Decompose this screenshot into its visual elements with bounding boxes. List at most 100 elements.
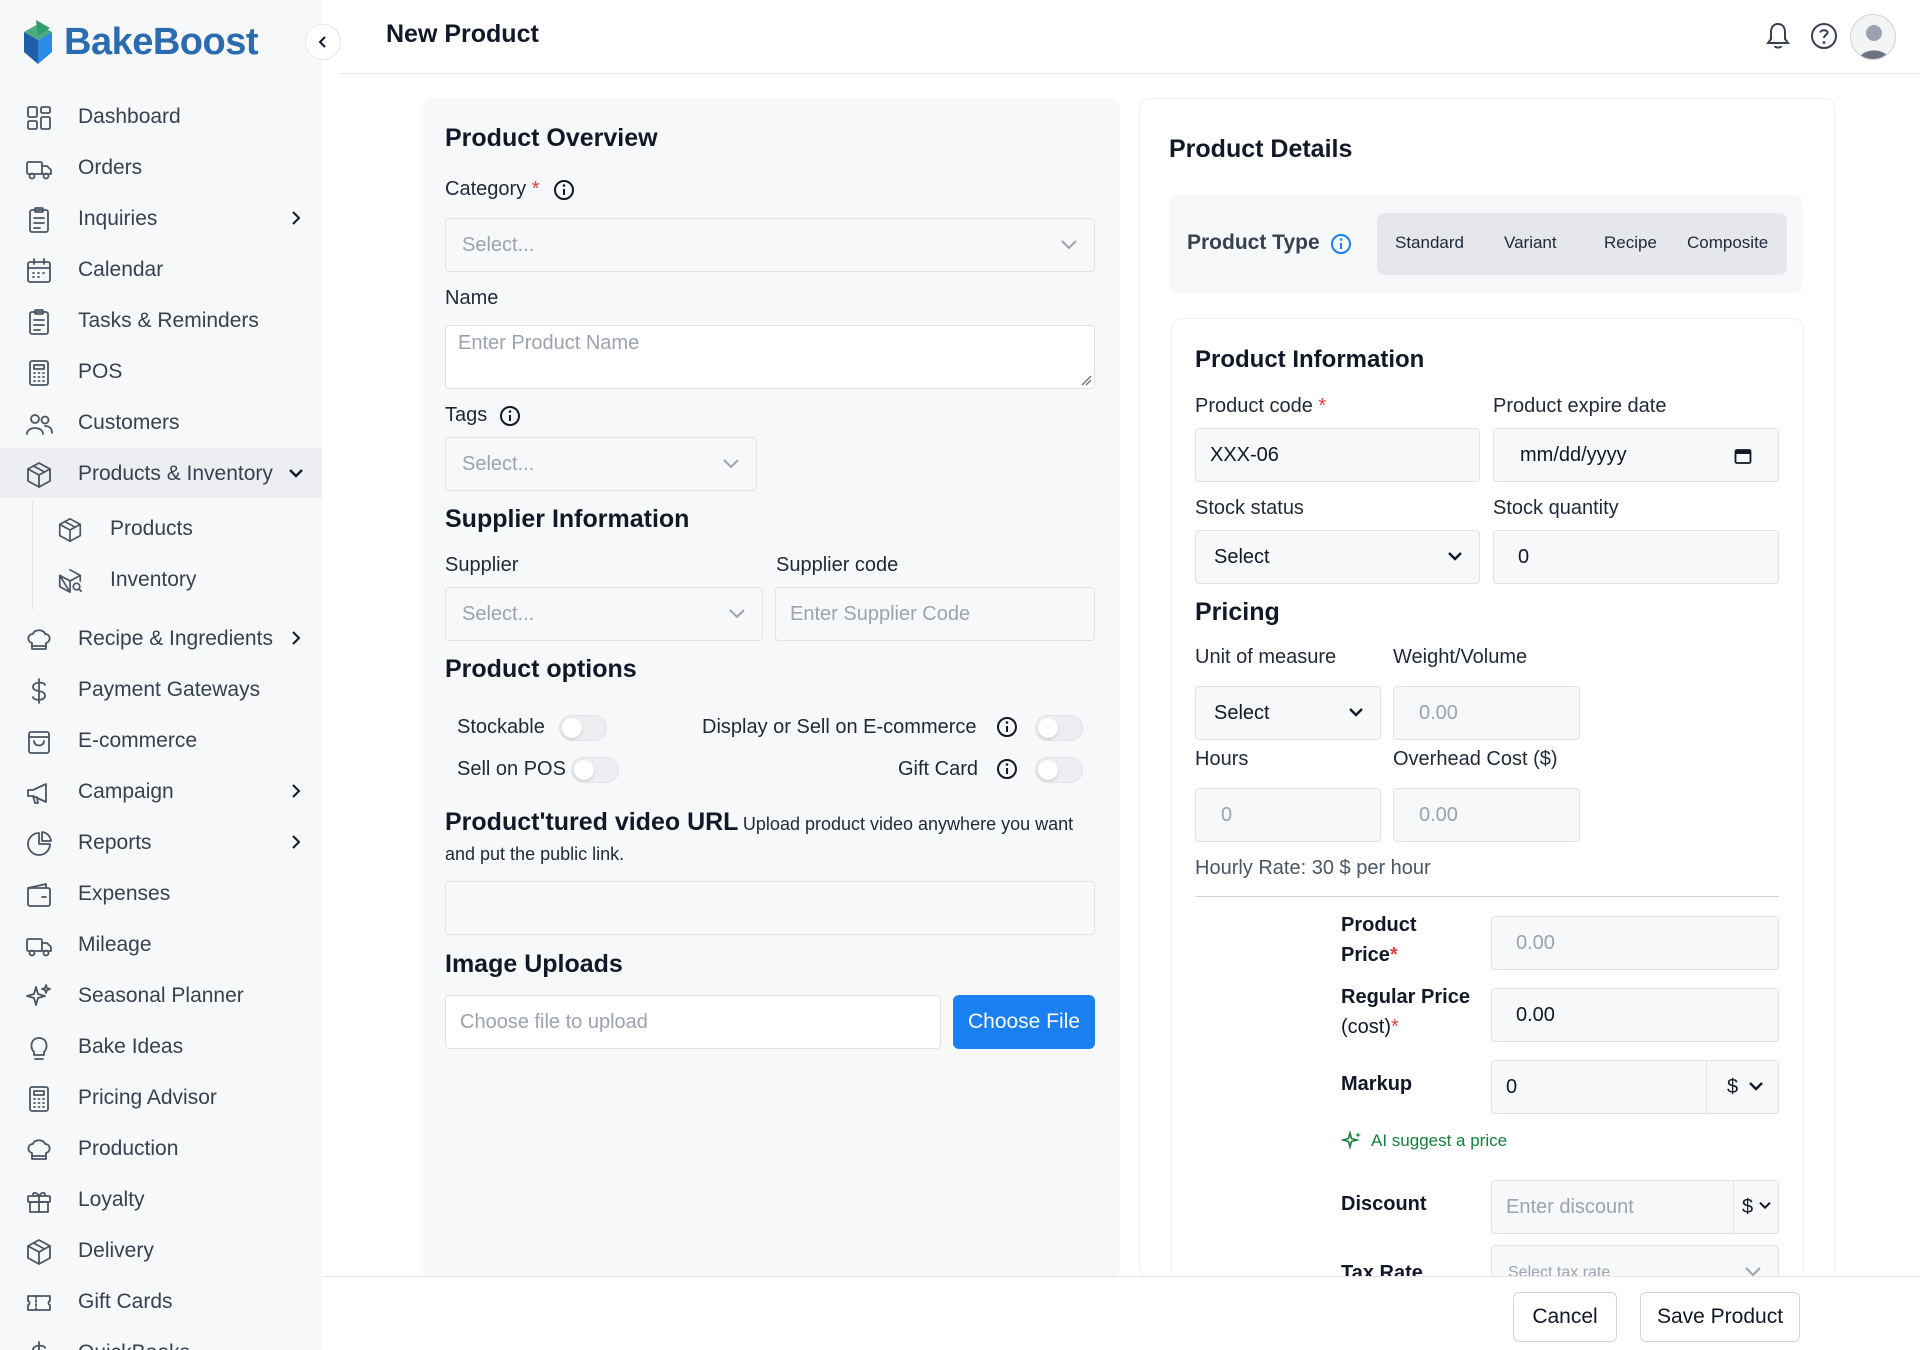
supplier-select[interactable]: Select... — [445, 587, 763, 641]
info-icon[interactable] — [553, 179, 575, 201]
product-type-composite[interactable]: Composite — [1687, 233, 1768, 253]
info-icon[interactable] — [499, 405, 521, 427]
calculator-icon — [29, 1086, 49, 1112]
sidebar-item-label: Customers — [78, 411, 180, 434]
sidebar-item-bake-ideas[interactable]: Bake Ideas — [0, 1021, 322, 1071]
discount-input[interactable]: Enter discount — [1491, 1180, 1734, 1234]
sidebar-item-tasks-reminders[interactable]: Tasks & Reminders — [0, 295, 322, 345]
sidebar-item-recipe-ingredients[interactable]: Recipe & Ingredients — [0, 613, 322, 663]
sidebar-item-label: QuickBooks — [78, 1341, 190, 1350]
stock-status-select[interactable]: Select — [1195, 530, 1480, 584]
sidebar-item-inventory[interactable]: Inventory — [0, 555, 322, 605]
gift-card-toggle[interactable] — [1035, 757, 1083, 783]
product-name-placeholder: Enter Product Name — [458, 332, 640, 354]
cancel-button[interactable]: Cancel — [1513, 1292, 1617, 1342]
product-code-label: Product code * — [1195, 395, 1326, 418]
supplier-information-title: Supplier Information — [445, 505, 690, 533]
product-expire-value: mm/dd/yyyy — [1520, 443, 1627, 466]
sidebar-item-delivery[interactable]: Delivery — [0, 1225, 322, 1275]
category-select[interactable]: Select... — [445, 218, 1095, 272]
display-ecommerce-toggle[interactable] — [1035, 715, 1083, 741]
unit-of-measure-select[interactable]: Select — [1195, 686, 1381, 740]
truck-icon — [26, 938, 52, 957]
file-upload-input[interactable]: Choose file to upload — [445, 995, 941, 1049]
sidebar-item-calendar[interactable]: Calendar — [0, 244, 322, 294]
sidebar-item-customers[interactable]: Customers — [0, 397, 322, 447]
ai-suggest-label: AI suggest a price — [1371, 1131, 1508, 1150]
overhead-cost-input[interactable]: 0.00 — [1393, 788, 1580, 842]
product-overview-card — [423, 98, 1120, 1278]
ai-suggest-price-link[interactable]: AI suggest a price — [1341, 1130, 1507, 1152]
clipboard-icon — [29, 309, 49, 335]
product-type-recipe[interactable]: Recipe — [1604, 233, 1657, 253]
stock-quantity-input[interactable]: 0 — [1493, 530, 1779, 584]
weight-volume-input[interactable]: 0.00 — [1393, 686, 1580, 740]
regular-price-input[interactable]: 0.00 — [1491, 988, 1779, 1042]
markup-input[interactable]: 0 — [1491, 1060, 1707, 1114]
sell-on-pos-toggle[interactable] — [571, 757, 619, 783]
sparkles-icon — [26, 984, 51, 1006]
bell-icon[interactable] — [1762, 20, 1794, 52]
submenu-guide-line — [32, 500, 33, 610]
sidebar-item-pos[interactable]: POS — [0, 346, 322, 396]
sidebar-item-reports[interactable]: Reports — [0, 817, 322, 867]
sidebar-item-products[interactable]: Products — [0, 504, 322, 554]
box-icon — [27, 1239, 51, 1265]
chevron-down-icon — [729, 609, 745, 619]
markup-value: 0 — [1506, 1075, 1518, 1098]
supplier-code-placeholder: Enter Supplier Code — [790, 602, 971, 625]
box-icon — [27, 462, 51, 488]
product-type-standard[interactable]: Standard — [1395, 233, 1464, 253]
product-expire-date-input[interactable]: mm/dd/yyyy — [1493, 428, 1779, 482]
overhead-cost-placeholder: 0.00 — [1419, 803, 1458, 826]
help-icon[interactable] — [1808, 20, 1840, 52]
sidebar-item-label: Dashboard — [78, 105, 181, 128]
sidebar-item-orders[interactable]: Orders — [0, 142, 322, 192]
category-label-text: Category — [445, 178, 527, 200]
sidebar-item-gift-cards[interactable]: Gift Cards — [0, 1276, 322, 1326]
sidebar-item-e-commerce[interactable]: E-commerce — [0, 715, 322, 765]
choose-file-button[interactable]: Choose File — [953, 995, 1095, 1049]
product-details-title: Product Details — [1169, 135, 1353, 163]
sidebar-item-production[interactable]: Production — [0, 1123, 322, 1173]
product-name-input[interactable]: Enter Product Name — [445, 325, 1095, 389]
supplier-code-input[interactable]: Enter Supplier Code — [775, 587, 1095, 641]
tags-select[interactable]: Select... — [445, 437, 757, 491]
sidebar-item-pricing-advisor[interactable]: Pricing Advisor — [0, 1072, 322, 1122]
hours-placeholder: 0 — [1221, 803, 1233, 826]
product-price-input[interactable]: 0.00 — [1491, 916, 1779, 970]
stockable-toggle[interactable] — [559, 715, 607, 741]
sidebar-item-dashboard[interactable]: Dashboard — [0, 91, 322, 141]
product-code-input[interactable]: XXX-06 — [1195, 428, 1480, 482]
logo[interactable]: BakeBoost — [22, 18, 259, 66]
product-type-variant[interactable]: Variant — [1504, 233, 1557, 253]
video-url-input[interactable] — [445, 881, 1095, 935]
sidebar-item-campaign[interactable]: Campaign — [0, 766, 322, 816]
calendar-icon[interactable] — [1734, 447, 1752, 465]
sidebar-item-label: Expenses — [78, 882, 171, 905]
sidebar-item-seasonal-planner[interactable]: Seasonal Planner — [0, 970, 322, 1020]
info-icon[interactable] — [996, 758, 1018, 780]
sidebar-item-expenses[interactable]: Expenses — [0, 868, 322, 918]
sidebar-item-mileage[interactable]: Mileage — [0, 919, 322, 969]
avatar[interactable] — [1850, 14, 1896, 60]
discount-unit-select[interactable]: $ — [1733, 1180, 1779, 1234]
markup-unit-select[interactable]: $ — [1706, 1060, 1779, 1114]
info-icon[interactable] — [996, 716, 1018, 738]
hours-input[interactable]: 0 — [1195, 788, 1381, 842]
info-icon[interactable] — [1330, 233, 1352, 255]
collapse-sidebar-button[interactable] — [305, 24, 341, 60]
sidebar-item-quickbooks[interactable]: QuickBooks — [0, 1327, 322, 1350]
sidebar-item-payment-gateways[interactable]: Payment Gateways — [0, 664, 322, 714]
tax-rate-select[interactable]: Select tax rate — [1491, 1245, 1779, 1276]
wallet-icon — [27, 883, 51, 907]
sidebar-item-label: Payment Gateways — [78, 678, 261, 701]
save-product-button[interactable]: Save Product — [1640, 1292, 1800, 1342]
gift-icon — [27, 1191, 51, 1213]
chevron-right-icon — [292, 835, 301, 849]
sidebar-item-products-inventory[interactable]: Products & Inventory — [0, 448, 322, 498]
sidebar-item-loyalty[interactable]: Loyalty — [0, 1174, 322, 1224]
resize-handle-icon[interactable] — [1080, 374, 1092, 386]
sidebar-item-inquiries[interactable]: Inquiries — [0, 193, 322, 243]
product-code-value: XXX-06 — [1210, 443, 1279, 466]
